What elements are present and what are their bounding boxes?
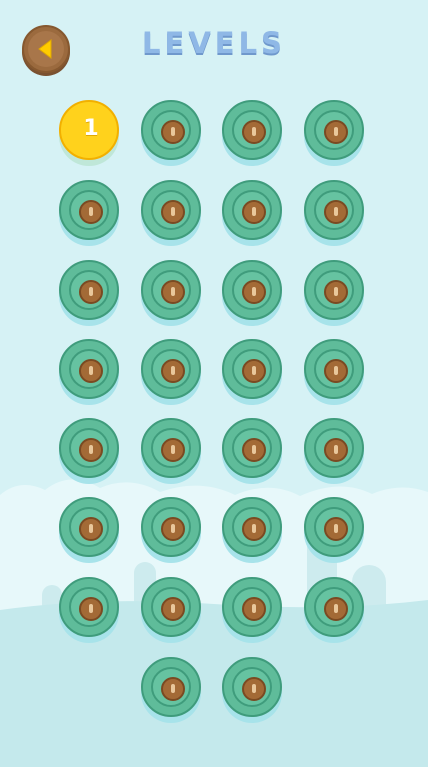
level-button-disc bbox=[59, 260, 119, 320]
lock-icon bbox=[161, 597, 185, 621]
level-button[interactable] bbox=[304, 100, 364, 166]
level-button-disc bbox=[304, 180, 364, 240]
lock-icon bbox=[161, 438, 185, 462]
level-button[interactable] bbox=[141, 657, 201, 723]
level-button[interactable] bbox=[222, 180, 282, 246]
level-button[interactable] bbox=[222, 339, 282, 405]
level-button[interactable] bbox=[222, 100, 282, 166]
lock-icon bbox=[242, 120, 266, 144]
lock-icon bbox=[324, 120, 348, 144]
level-button[interactable] bbox=[141, 577, 201, 643]
level-button-disc bbox=[59, 497, 119, 557]
level-button-disc: 1 bbox=[59, 100, 119, 160]
level-button[interactable] bbox=[222, 260, 282, 326]
level-button[interactable] bbox=[141, 418, 201, 484]
level-button[interactable] bbox=[59, 339, 119, 405]
level-button[interactable] bbox=[141, 497, 201, 563]
level-button[interactable] bbox=[59, 577, 119, 643]
lock-icon bbox=[242, 200, 266, 224]
level-button[interactable] bbox=[59, 418, 119, 484]
level-button-disc bbox=[141, 260, 201, 320]
lock-icon bbox=[324, 438, 348, 462]
lock-icon bbox=[161, 677, 185, 701]
level-button-disc bbox=[59, 180, 119, 240]
level-button-disc bbox=[222, 577, 282, 637]
level-button-disc bbox=[222, 497, 282, 557]
level-button[interactable] bbox=[304, 260, 364, 326]
level-button-disc bbox=[141, 180, 201, 240]
level-button-disc bbox=[59, 339, 119, 399]
level-button[interactable] bbox=[304, 339, 364, 405]
level-button-disc bbox=[222, 339, 282, 399]
level-button[interactable] bbox=[59, 497, 119, 563]
level-button[interactable] bbox=[222, 577, 282, 643]
level-button-disc bbox=[141, 100, 201, 160]
level-button-disc bbox=[222, 260, 282, 320]
lock-icon bbox=[79, 200, 103, 224]
lock-icon bbox=[324, 517, 348, 541]
level-button-disc bbox=[304, 339, 364, 399]
lock-icon bbox=[161, 120, 185, 144]
lock-icon bbox=[161, 280, 185, 304]
level-button[interactable] bbox=[141, 339, 201, 405]
level-button[interactable] bbox=[222, 497, 282, 563]
level-button-disc bbox=[222, 180, 282, 240]
level-button-disc bbox=[141, 657, 201, 717]
level-button-disc bbox=[304, 418, 364, 478]
lock-icon bbox=[242, 677, 266, 701]
level-number: 1 bbox=[83, 116, 99, 141]
level-button[interactable] bbox=[141, 180, 201, 246]
lock-icon bbox=[79, 517, 103, 541]
level-button-disc bbox=[222, 100, 282, 160]
lock-icon bbox=[242, 438, 266, 462]
lock-icon bbox=[161, 359, 185, 383]
level-button[interactable] bbox=[59, 260, 119, 326]
lock-icon bbox=[324, 280, 348, 304]
lock-icon bbox=[242, 280, 266, 304]
level-button[interactable] bbox=[304, 497, 364, 563]
lock-icon bbox=[242, 597, 266, 621]
lock-icon bbox=[324, 200, 348, 224]
lock-icon bbox=[79, 438, 103, 462]
lock-icon bbox=[242, 359, 266, 383]
lock-icon bbox=[242, 517, 266, 541]
level-grid: 1 bbox=[0, 0, 428, 767]
level-button-disc bbox=[304, 100, 364, 160]
level-button[interactable] bbox=[222, 657, 282, 723]
lock-icon bbox=[79, 597, 103, 621]
level-button-disc bbox=[304, 577, 364, 637]
level-button[interactable] bbox=[304, 577, 364, 643]
level-button[interactable] bbox=[141, 260, 201, 326]
level-button-disc bbox=[304, 497, 364, 557]
level-button[interactable] bbox=[59, 180, 119, 246]
lock-icon bbox=[324, 597, 348, 621]
level-button[interactable] bbox=[304, 418, 364, 484]
level-button[interactable] bbox=[141, 100, 201, 166]
level-button[interactable] bbox=[222, 418, 282, 484]
lock-icon bbox=[324, 359, 348, 383]
level-button-disc bbox=[304, 260, 364, 320]
level-button[interactable]: 1 bbox=[59, 100, 119, 166]
level-button-disc bbox=[59, 418, 119, 478]
level-button-disc bbox=[141, 497, 201, 557]
level-button[interactable] bbox=[304, 180, 364, 246]
level-button-disc bbox=[59, 577, 119, 637]
lock-icon bbox=[79, 280, 103, 304]
lock-icon bbox=[79, 359, 103, 383]
level-button-disc bbox=[141, 418, 201, 478]
level-button-disc bbox=[141, 339, 201, 399]
lock-icon bbox=[161, 200, 185, 224]
level-button-disc bbox=[222, 657, 282, 717]
level-button-disc bbox=[222, 418, 282, 478]
lock-icon bbox=[161, 517, 185, 541]
level-button-disc bbox=[141, 577, 201, 637]
